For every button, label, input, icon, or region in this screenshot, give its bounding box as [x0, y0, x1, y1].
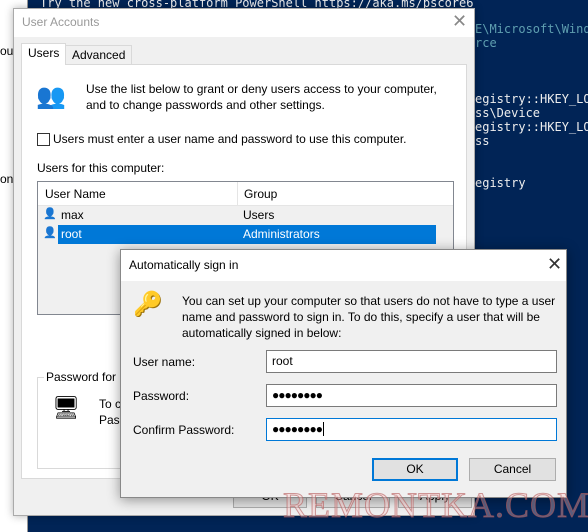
- terminal-line: egistry::HKEY_LOC: [475, 92, 588, 106]
- table-row[interactable]: 👤 max Users: [38, 206, 453, 225]
- terminal-line: ss: [475, 134, 490, 148]
- watermark: REMONTKA.COM: [282, 485, 588, 526]
- user-monitor-icon: 🖥: [52, 395, 80, 420]
- terminal-line: ss\Device: [475, 106, 541, 120]
- user-group: Users: [243, 208, 275, 222]
- users-list-label: Users for this computer:: [37, 161, 165, 175]
- password-label: Password:: [133, 389, 190, 403]
- confirm-password-value: ●●●●●●●●: [272, 422, 323, 436]
- user-name-label: User name:: [133, 355, 196, 369]
- terminal-line: egistry: [475, 176, 526, 190]
- checkbox-label: Users must enter a user name and passwor…: [53, 132, 407, 146]
- intro-text: Use the list below to grant or deny user…: [86, 82, 437, 112]
- column-user-name[interactable]: User Name: [45, 187, 106, 201]
- password-input[interactable]: ●●●●●●●●: [266, 384, 557, 407]
- close-icon[interactable]: ✕: [547, 254, 562, 275]
- keys-icon: 🔑: [133, 291, 163, 318]
- tab-advanced[interactable]: Advanced: [65, 45, 133, 65]
- description-text: You can set up your computer so that use…: [182, 294, 556, 340]
- confirm-password-label: Confirm Password:: [133, 423, 235, 437]
- ok-button[interactable]: OK: [372, 458, 458, 481]
- title-bar: User Accounts: [14, 9, 474, 37]
- dialog-title: Automatically sign in: [129, 258, 239, 272]
- must-enter-password-checkbox[interactable]: [37, 133, 50, 146]
- user-name-input[interactable]: root: [266, 350, 557, 373]
- terminal-line: E\Microsoft\Wind: [475, 22, 588, 36]
- user-group: Administrators: [243, 227, 320, 241]
- terminal-line: rce: [475, 36, 497, 50]
- user-icon: 👤: [43, 208, 57, 220]
- close-icon[interactable]: ✕: [452, 11, 467, 32]
- user-name: root: [61, 227, 82, 241]
- list-header: User Name Group: [38, 182, 453, 206]
- automatically-sign-in-dialog: Automatically sign in ✕ 🔑 You can set up…: [120, 249, 567, 498]
- password-text: To c: [99, 397, 122, 411]
- cancel-button[interactable]: Cancel: [469, 458, 556, 481]
- background-text: ou: [0, 44, 14, 58]
- terminal-line: egistry::HKEY_LOC: [475, 120, 588, 134]
- table-row-selected[interactable]: 👤 root Administrators: [38, 225, 453, 244]
- users-icon: 👥: [36, 83, 66, 110]
- confirm-password-input[interactable]: ●●●●●●●●: [266, 418, 557, 441]
- tab-users[interactable]: Users: [21, 43, 67, 65]
- column-group[interactable]: Group: [237, 182, 283, 206]
- user-name: max: [61, 208, 84, 222]
- title-bar: Automatically sign in: [121, 250, 566, 281]
- password-group-label: Password for r: [44, 370, 126, 384]
- window-title: User Accounts: [22, 15, 100, 29]
- user-icon: 👤: [43, 227, 57, 239]
